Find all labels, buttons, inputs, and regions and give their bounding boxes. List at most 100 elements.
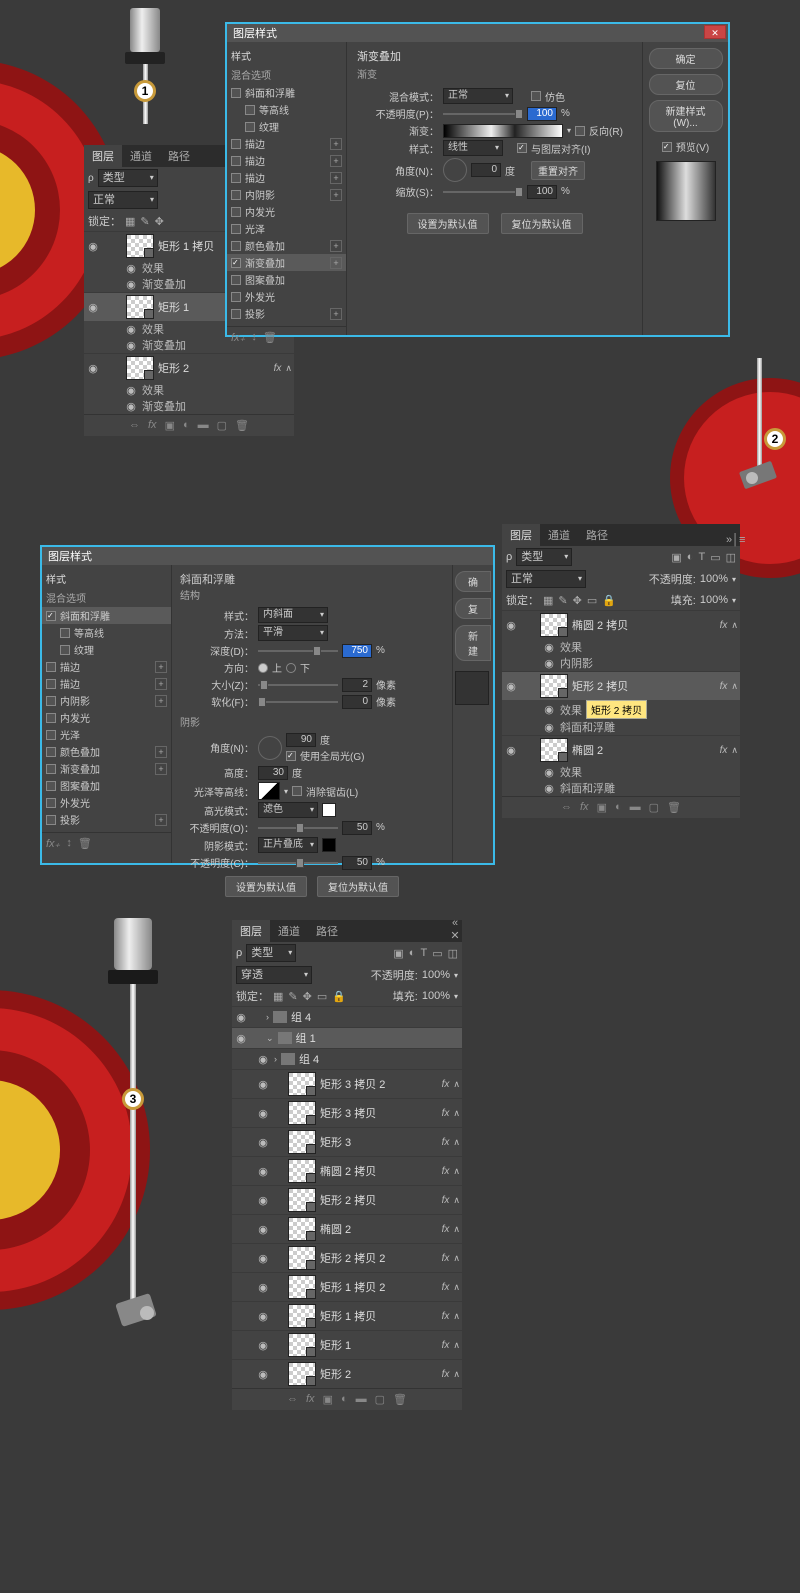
tab-layers[interactable]: 图层 [502,524,540,546]
layer-row[interactable]: ◉矩形 3 拷贝fx∧ [232,1098,462,1127]
style-item[interactable]: 纹理 [227,118,346,135]
style-item[interactable]: 外发光 [227,288,346,305]
tab-layers[interactable]: 图层 [84,145,122,167]
layer-row[interactable]: ◉矩形 3 拷贝 2fx∧ [232,1069,462,1098]
shadow-mode-select[interactable]: 正片叠底 [258,837,318,853]
blend-mode-select[interactable]: 正常 [443,88,513,104]
dir-down-radio[interactable] [286,663,296,673]
style-item[interactable]: 描边+ [227,152,346,169]
blend-mode-select[interactable]: 穿透 [236,966,312,984]
layer-row[interactable]: ◉椭圆 2fx∧ [502,735,740,764]
panel-menu-icon[interactable]: »│≡ [726,534,740,546]
group-row[interactable]: ◉›组 4 [232,1048,462,1069]
reset-default-button[interactable]: 复位为默认值 [501,213,583,234]
preview-checkbox[interactable] [662,142,672,152]
folder-icon[interactable]: ▬ [198,419,209,432]
layer-row[interactable]: ◉椭圆 2fx∧ [232,1214,462,1243]
blend-mode-select[interactable]: 正常 [506,570,586,588]
fx-add-icon[interactable]: fx₊ [231,331,245,344]
cancel-button[interactable]: 复位 [649,74,723,95]
style-item[interactable]: 内发光 [227,203,346,220]
style-item[interactable]: 内发光 [42,709,171,726]
style-item[interactable]: 描边+ [227,135,346,152]
layer-row[interactable]: ◉矩形 2 拷贝fx∧ [502,671,740,700]
highlight-color[interactable] [322,803,336,817]
tab-paths[interactable]: 路径 [578,524,616,546]
set-default-button[interactable]: 设置为默认值 [407,213,489,234]
style-item[interactable]: 颜色叠加+ [42,743,171,760]
trash-icon[interactable]: 🗑 [235,419,249,432]
style-item[interactable]: 颜色叠加+ [227,237,346,254]
layer-row[interactable]: ◉椭圆 2 拷贝fx∧ [232,1156,462,1185]
fx-icon[interactable]: fx [148,419,157,432]
tab-channels[interactable]: 通道 [122,145,160,167]
style-item[interactable]: 外发光 [42,794,171,811]
mask-icon[interactable]: ▣ [165,419,175,432]
layer-row[interactable]: ◉ 矩形 2 fx∧ [84,353,294,382]
style-item[interactable]: 投影+ [227,305,346,322]
opacity-input[interactable]: 100 [527,107,557,121]
angle-dial[interactable] [258,736,282,760]
visibility-icon[interactable]: ◉ [86,240,100,253]
blend-mode-select[interactable]: 正常 [88,191,158,209]
gloss-contour[interactable] [258,782,280,800]
gradient-picker[interactable] [443,124,563,138]
tab-channels[interactable]: 通道 [540,524,578,546]
angle-input[interactable]: 0 [471,163,501,177]
set-default-button[interactable]: 设置为默认值 [225,876,307,897]
depth-input[interactable]: 750 [342,644,372,658]
new-style-button[interactable]: 新建 [455,625,491,661]
ok-button[interactable]: 确定 [649,48,723,69]
shadow-color[interactable] [322,838,336,852]
style-item[interactable]: 内阴影+ [227,186,346,203]
layer-row[interactable]: ◉矩形 1 拷贝fx∧ [232,1301,462,1330]
ok-button[interactable]: 确 [455,571,491,592]
style-item[interactable]: 光泽 [227,220,346,237]
style-item[interactable]: 等高线 [42,624,171,641]
bevel-method-select[interactable]: 平滑 [258,625,328,641]
layer-row[interactable]: ◉矩形 2fx∧ [232,1359,462,1388]
layer-row[interactable]: ◉椭圆 2 拷贝fx∧ [502,610,740,639]
reset-align-button[interactable]: 重置对齐 [531,161,585,180]
layer-thumb[interactable] [126,234,154,258]
group-row[interactable]: ◉›组 4 [232,1006,462,1027]
layer-row[interactable]: ◉矩形 3fx∧ [232,1127,462,1156]
gradient-style-select[interactable]: 线性 [443,140,503,156]
style-item[interactable]: 渐变叠加+ [42,760,171,777]
layer-row[interactable]: ◉矩形 2 拷贝fx∧ [232,1185,462,1214]
antialias-checkbox[interactable] [292,786,302,796]
style-item[interactable]: 光泽 [42,726,171,743]
group-row[interactable]: ◉⌄组 1 [232,1027,462,1048]
angle-dial[interactable] [443,158,467,182]
global-light-checkbox[interactable] [286,751,296,761]
style-item[interactable]: 图案叠加 [42,777,171,794]
layer-row[interactable]: ◉矩形 2 拷贝 2fx∧ [232,1243,462,1272]
link-icon[interactable]: ⇔ [129,419,140,432]
style-item[interactable]: 斜面和浮雕 [42,607,171,624]
style-item[interactable]: 描边+ [227,169,346,186]
lock-pixels-icon[interactable]: ▦ [125,215,135,228]
style-item[interactable]: 描边+ [42,675,171,692]
new-icon[interactable]: ▢ [217,419,227,432]
reverse-checkbox[interactable] [575,126,585,136]
layer-row[interactable]: ◉矩形 1fx∧ [232,1330,462,1359]
lock-brush-icon[interactable]: ✎ [140,215,149,228]
altitude-input[interactable]: 30 [258,766,288,780]
layer-row[interactable]: ◉矩形 1 拷贝 2fx∧ [232,1272,462,1301]
style-item[interactable]: 内阴影+ [42,692,171,709]
kind-filter[interactable]: 类型 [98,169,158,187]
adjustment-icon[interactable]: ◐ [183,419,190,432]
lock-move-icon[interactable]: ✥ [155,215,164,228]
style-item[interactable]: 渐变叠加+ [227,254,346,271]
cancel-button[interactable]: 复 [455,598,491,619]
dither-checkbox[interactable] [531,91,541,101]
scale-input[interactable]: 100 [527,185,557,199]
style-item[interactable]: 投影+ [42,811,171,828]
dir-up-radio[interactable] [258,663,268,673]
style-item[interactable]: 斜面和浮雕 [227,84,346,101]
style-item[interactable]: 描边+ [42,658,171,675]
bevel-style-select[interactable]: 内斜面 [258,607,328,623]
soften-input[interactable]: 0 [342,695,372,709]
highlight-mode-select[interactable]: 滤色 [258,802,318,818]
reset-default-button[interactable]: 复位为默认值 [317,876,399,897]
